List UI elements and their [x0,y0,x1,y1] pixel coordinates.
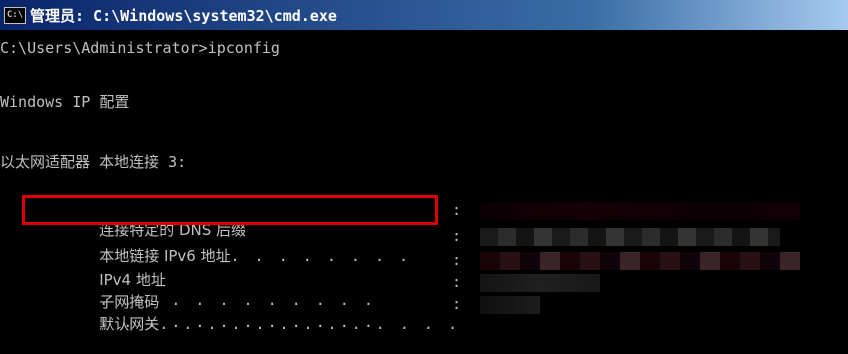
prompt-line: C:\Users\Administrator>ipconfig [0,39,280,57]
field-label: 默认网关 [99,315,160,333]
console-output[interactable]: C:\Users\Administrator>ipconfig Windows … [0,30,848,333]
highlight-box [22,195,438,225]
cmd-window: C:\ 管理员: C:\Windows\system32\cmd.exe C:\… [0,0,848,333]
redacted-value [480,252,800,270]
field-row: 子网掩码 . . . . . . . . . . . . [45,272,376,331]
field-dots: . . . . . . . . . . . . . [159,315,460,333]
field-row: 默认网关. . . . . . . . . . . . . [45,294,460,333]
field-row: 本地链接 IPv6 地址. . . . . . . . [45,226,411,265]
field-colon: : [452,273,462,291]
redacted-value [480,228,780,246]
redacted-value [480,202,800,220]
window-title: 管理员: C:\Windows\system32\cmd.exe [30,6,337,25]
field-colon: : [452,201,462,219]
field-colon: : [452,251,462,269]
field-colon: : [452,227,462,245]
field-row: IPv4 地址 . . . . . . . . . . . . [45,250,376,309]
redacted-value [480,296,540,314]
redacted-value [480,274,600,292]
title-bar[interactable]: C:\ 管理员: C:\Windows\system32\cmd.exe [0,0,848,30]
cmd-icon[interactable]: C:\ [4,6,26,24]
field-colon: : [452,295,462,313]
ip-config-header: Windows IP 配置 [0,93,130,111]
adapter-heading: 以太网适配器 本地连接 3: [0,153,187,171]
